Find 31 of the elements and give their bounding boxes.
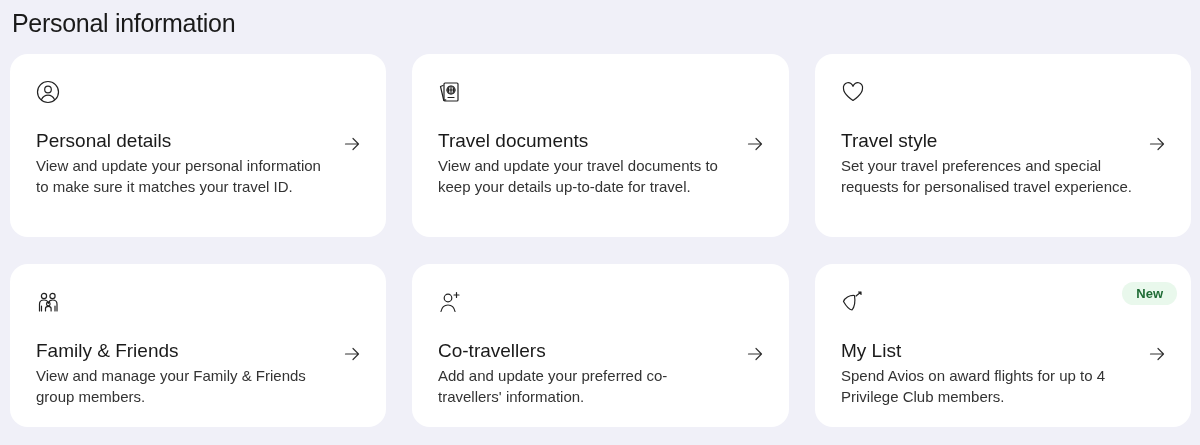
card-title: Travel style [841,130,939,152]
arrow-icon [747,346,763,362]
arrow-icon [1149,136,1165,152]
card[interactable]: Personal details View and update your personal information to make sure it matches your travel ID. [10,54,386,237]
card[interactable]: Travel documents View and update your travel documents to keep your details up-to-date for travel. [412,54,789,237]
person-icon [36,80,60,104]
card[interactable]: Family & Friends View and manage your Family & Friends group members. [10,264,386,427]
arrow-icon [344,136,360,152]
arrow-icon [747,136,763,152]
heart-icon [841,80,865,104]
page-title: Personal information [11,8,237,39]
card[interactable]: Travel style Set your travel preferences and special requests for personalised travel experience. [815,54,1191,237]
card-description: Add and update your preferred co-travellers' information. [438,366,669,407]
card-description: View and manage your Family & Friends group members. [36,366,307,407]
card-description: View and update your personal information to make sure it matches your travel ID. [36,156,322,197]
card-description: Spend Avios on award flights for up to 4 Privilege Club members. [841,366,1107,407]
passport-icon [438,80,462,104]
card-title: My List [841,340,903,362]
card-description: Set your travel preferences and special requests for personalised travel experience. [841,156,1133,197]
card-title: Co-travellers [438,340,547,362]
card-title: Personal details [36,130,173,152]
card[interactable]: New My List Spend Avios on award flights for up to 4 Privilege Club members. [815,264,1191,427]
arrow-icon [1149,346,1165,362]
add-person-icon [438,290,462,314]
card-description: View and update your travel documents to keep your details up-to-date for travel. [438,156,719,197]
card[interactable]: Co-travellers Add and update your preferred co-travellers' information. [412,264,789,427]
new-badge: New [1122,282,1177,305]
arrow-icon [344,346,360,362]
family-icon [36,290,60,314]
card-title: Travel documents [438,130,590,152]
card-title: Family & Friends [36,340,180,362]
